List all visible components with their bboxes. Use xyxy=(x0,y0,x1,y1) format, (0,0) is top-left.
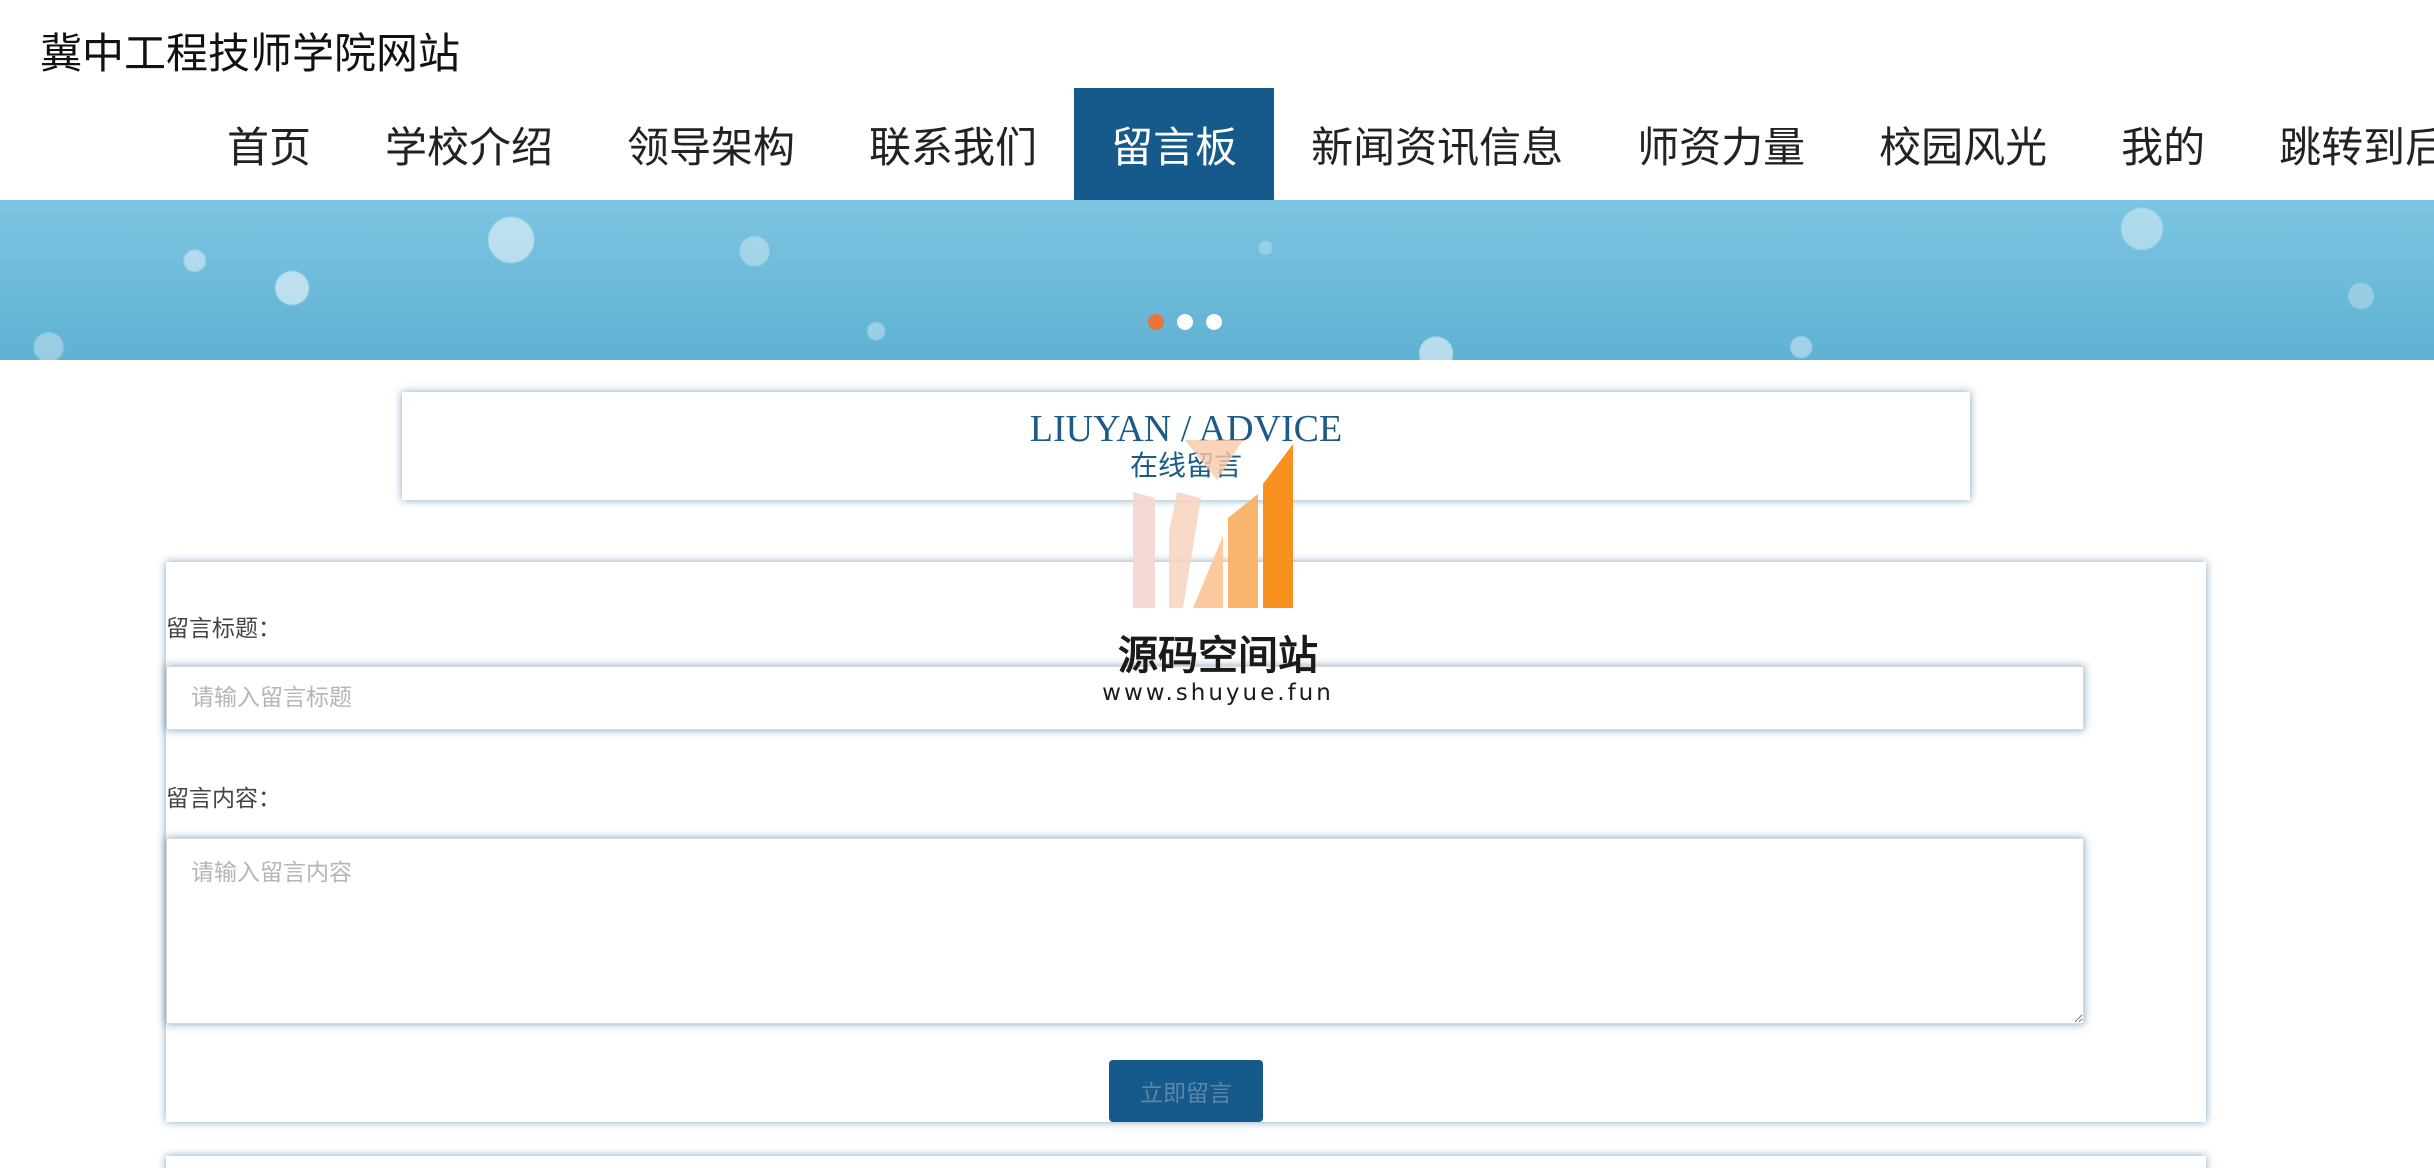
nav-item-campus-scenery[interactable]: 校园风光 xyxy=(1842,88,2084,200)
nav-item-home[interactable]: 首页 xyxy=(190,88,348,200)
carousel-dot-3[interactable] xyxy=(1206,314,1222,330)
section-heading: LIUYAN / ADVICE 在线留言 xyxy=(402,392,1970,500)
nav-item-school-intro[interactable]: 学校介绍 xyxy=(348,88,590,200)
submit-message-button[interactable]: 立即留言 xyxy=(1109,1060,1263,1122)
message-form: 留言标题： 留言内容： 立即留言 xyxy=(166,562,2206,1122)
message-content-textarea[interactable] xyxy=(166,838,2084,1024)
next-section-box xyxy=(166,1156,2206,1168)
carousel-dot-1[interactable] xyxy=(1148,314,1164,330)
nav-item-message-board[interactable]: 留言板 xyxy=(1074,88,1275,200)
nav-item-admin[interactable]: 跳转到后台 xyxy=(2242,88,2434,200)
nav-item-mine[interactable]: 我的 xyxy=(2084,88,2242,200)
main-nav: 首页 学校介绍 领导架构 联系我们 留言板 新闻资讯信息 师资力量 校园风光 我… xyxy=(190,88,2434,200)
banner-carousel[interactable] xyxy=(0,200,2434,360)
nav-item-contact[interactable]: 联系我们 xyxy=(832,88,1074,200)
message-content-label: 留言内容： xyxy=(166,786,281,812)
message-title-input[interactable] xyxy=(166,666,2084,730)
message-title-label: 留言标题： xyxy=(166,616,281,642)
section-heading-en: LIUYAN / ADVICE xyxy=(1029,408,1343,450)
nav-item-leadership[interactable]: 领导架构 xyxy=(590,88,832,200)
section-heading-cn: 在线留言 xyxy=(1129,451,1242,482)
carousel-dot-2[interactable] xyxy=(1177,314,1193,330)
nav-item-news[interactable]: 新闻资讯信息 xyxy=(1274,88,1600,200)
carousel-dots xyxy=(1148,314,1222,330)
site-title: 冀中工程技师学院网站 xyxy=(40,29,461,78)
nav-item-faculty[interactable]: 师资力量 xyxy=(1600,88,1842,200)
